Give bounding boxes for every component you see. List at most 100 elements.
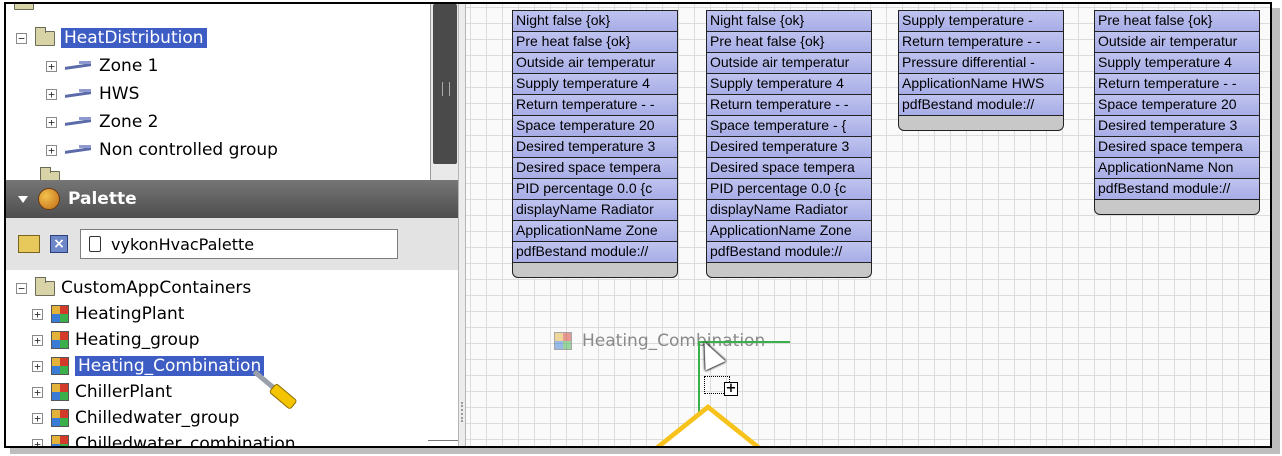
palette-item-heating-group[interactable]: + Heating_group	[32, 328, 200, 352]
component-block-hws[interactable]: Supply temperature - Return temperature …	[898, 10, 1064, 131]
palette-item-heatingplant[interactable]: + HeatingPlant	[32, 302, 184, 326]
expand-icon[interactable]: +	[46, 144, 57, 156]
slot-supply-temperature[interactable]: Supply temperature 4	[707, 74, 871, 95]
palette-item-label[interactable]: Chilledwater_combination	[75, 434, 296, 446]
slot-outside-air-temperature[interactable]: Outside air temperatur	[707, 53, 871, 74]
nav-tree-item-zone-2[interactable]: + Zone 2	[46, 110, 159, 134]
collapse-icon[interactable]: −	[16, 282, 27, 294]
slot-pdf-bestand[interactable]: pdfBestand module://	[1095, 179, 1259, 200]
slot-application-name[interactable]: ApplicationName Zone	[513, 221, 677, 242]
nav-tree-label[interactable]: HeatDistribution	[61, 28, 207, 48]
wiresheet-canvas[interactable]: Night false {ok} Pre heat false {ok} Out…	[466, 4, 1270, 446]
slot-night[interactable]: Night false {ok}	[513, 11, 677, 32]
app-container-icon	[51, 383, 69, 401]
palette-selector[interactable]: vykonHvacPalette	[80, 229, 398, 259]
slot-supply-temperature[interactable]: Supply temperature 4	[513, 74, 677, 95]
nav-tree-item-non-controlled-group[interactable]: + Non controlled group	[46, 138, 278, 162]
expand-icon[interactable]: +	[46, 60, 57, 72]
expand-icon[interactable]: +	[46, 116, 57, 128]
close-palette-icon[interactable]: ×	[50, 235, 68, 253]
palette-icon	[38, 188, 60, 210]
slot-return-temperature[interactable]: Return temperature - -	[1095, 74, 1259, 95]
slot-space-temperature[interactable]: Space temperature 20	[1095, 95, 1259, 116]
slot-pid-percentage[interactable]: PID percentage 0.0 {c	[707, 179, 871, 200]
slot-application-name[interactable]: ApplicationName Zone	[707, 221, 871, 242]
folder-icon	[35, 26, 55, 46]
slot-application-name[interactable]: ApplicationName Non	[1095, 158, 1259, 179]
slot-desired-temperature[interactable]: Desired temperature 3	[707, 137, 871, 158]
scrollbar-thumb[interactable]	[433, 4, 457, 164]
slot-desired-temperature[interactable]: Desired temperature 3	[1095, 116, 1259, 137]
palette-item-label[interactable]: ChillerPlant	[75, 382, 172, 402]
palette-selector-value: vykonHvacPalette	[111, 234, 255, 254]
open-palette-icon[interactable]	[18, 235, 40, 253]
slot-outside-air-temperature[interactable]: Outside air temperatur	[1095, 32, 1259, 53]
nav-tree-item-hws[interactable]: + HWS	[46, 82, 139, 106]
pane-splitter[interactable]	[458, 4, 466, 446]
component-block-non-controlled-group[interactable]: Pre heat false {ok} Outside air temperat…	[1094, 10, 1260, 215]
jar-icon	[89, 236, 101, 252]
pane-resize-grip[interactable]	[428, 440, 458, 445]
palette-item-chilledwater-combination[interactable]: + Chilledwater_combination	[32, 432, 296, 446]
nav-tree-label[interactable]: Zone 2	[99, 112, 159, 132]
slot-desired-space-temperature[interactable]: Desired space tempera	[707, 158, 871, 179]
wire-icon	[65, 89, 91, 99]
slot-supply-temperature[interactable]: Supply temperature -	[899, 11, 1063, 32]
slot-pre-heat[interactable]: Pre heat false {ok}	[707, 32, 871, 53]
folder-icon	[14, 4, 34, 10]
palette-item-chillerplant[interactable]: + ChillerPlant	[32, 380, 172, 404]
collapse-icon[interactable]: −	[16, 32, 27, 44]
palette-item-label[interactable]: Heating_Combination	[75, 356, 265, 376]
nav-tree-item-zone-1[interactable]: + Zone 1	[46, 54, 159, 78]
slot-return-temperature[interactable]: Return temperature - -	[899, 32, 1063, 53]
expand-icon[interactable]: +	[46, 88, 57, 100]
slot-return-temperature[interactable]: Return temperature - -	[513, 95, 677, 116]
nav-tree-label[interactable]: Non controlled group	[99, 140, 278, 160]
slot-pdf-bestand[interactable]: pdfBestand module://	[899, 95, 1063, 116]
palette-item-label[interactable]: Chilledwater_group	[75, 408, 239, 428]
palette-item-label[interactable]: Heating_group	[75, 330, 200, 350]
slot-night[interactable]: Night false {ok}	[707, 11, 871, 32]
slot-space-temperature[interactable]: Space temperature 20	[513, 116, 677, 137]
nav-tree-scrollbar[interactable]	[430, 4, 458, 180]
slot-supply-temperature[interactable]: Supply temperature 4	[1095, 53, 1259, 74]
palette-item-chilledwater-group[interactable]: + Chilledwater_group	[32, 406, 239, 430]
component-block-zone-2[interactable]: Night false {ok} Pre heat false {ok} Out…	[706, 10, 872, 278]
slot-outside-air-temperature[interactable]: Outside air temperatur	[513, 53, 677, 74]
slot-display-name[interactable]: displayName Radiator	[513, 200, 677, 221]
slot-space-temperature[interactable]: Space temperature - {	[707, 116, 871, 137]
app-container-icon	[51, 409, 69, 427]
expand-icon[interactable]: +	[32, 412, 43, 424]
slot-desired-space-temperature[interactable]: Desired space tempera	[1095, 137, 1259, 158]
left-pane: − HeatDistribution + Zone 1 + HWS + Zone…	[6, 4, 458, 446]
block-footer	[1095, 200, 1259, 214]
expand-icon[interactable]: +	[32, 334, 43, 346]
component-block-zone-1[interactable]: Night false {ok} Pre heat false {ok} Out…	[512, 10, 678, 278]
palette-item-heating-combination[interactable]: + Heating_Combination	[32, 354, 265, 378]
expand-icon[interactable]: +	[32, 438, 43, 446]
palette-tree-root[interactable]: − CustomAppContainers	[16, 276, 251, 300]
slot-desired-space-temperature[interactable]: Desired space tempera	[513, 158, 677, 179]
slot-pressure-differential[interactable]: Pressure differential -	[899, 53, 1063, 74]
slot-return-temperature[interactable]: Return temperature - -	[707, 95, 871, 116]
palette-item-label[interactable]: HeatingPlant	[75, 304, 184, 324]
expand-icon[interactable]: +	[32, 308, 43, 320]
slot-desired-temperature[interactable]: Desired temperature 3	[513, 137, 677, 158]
slot-pre-heat[interactable]: Pre heat false {ok}	[513, 32, 677, 53]
slot-pid-percentage[interactable]: PID percentage 0.0 {c	[513, 179, 677, 200]
wire-icon	[65, 117, 91, 127]
slot-pdf-bestand[interactable]: pdfBestand module://	[513, 242, 677, 263]
palette-header[interactable]: Palette	[6, 180, 458, 218]
slot-pre-heat[interactable]: Pre heat false {ok}	[1095, 11, 1259, 32]
expand-icon[interactable]: +	[32, 360, 43, 372]
slot-application-name[interactable]: ApplicationName HWS	[899, 74, 1063, 95]
workbench-window: − HeatDistribution + Zone 1 + HWS + Zone…	[4, 2, 1272, 448]
collapse-arrow-icon[interactable]	[18, 195, 28, 203]
nav-tree-item-heatdistribution[interactable]: − HeatDistribution	[16, 26, 207, 50]
slot-display-name[interactable]: displayName Radiator	[707, 200, 871, 221]
palette-root-label[interactable]: CustomAppContainers	[61, 278, 251, 298]
nav-tree-label[interactable]: HWS	[99, 84, 139, 104]
nav-tree-label[interactable]: Zone 1	[99, 56, 159, 76]
slot-pdf-bestand[interactable]: pdfBestand module://	[707, 242, 871, 263]
expand-icon[interactable]: +	[32, 386, 43, 398]
